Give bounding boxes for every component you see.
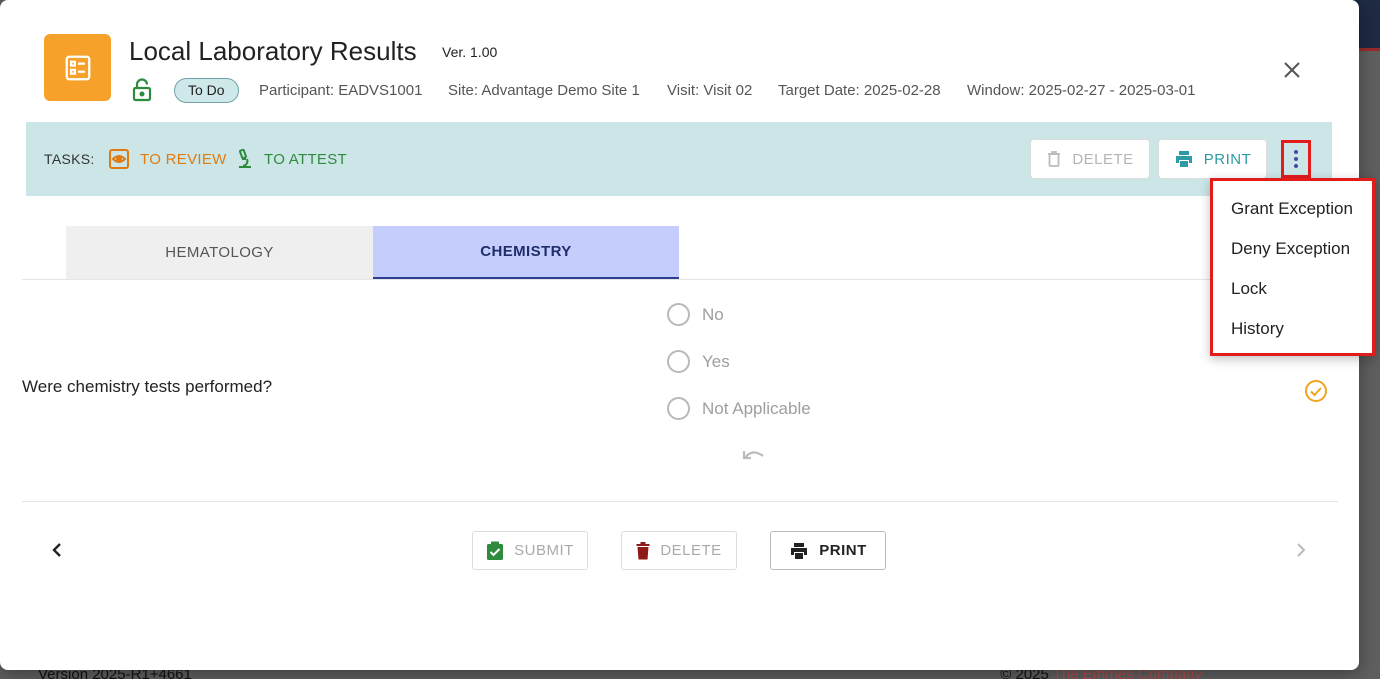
radio-option-yes[interactable]: Yes bbox=[667, 350, 730, 373]
chevron-left-icon bbox=[52, 543, 61, 557]
window-info: Window: 2025-02-27 - 2025-03-01 bbox=[967, 82, 1196, 99]
radio-label: Yes bbox=[702, 351, 730, 371]
print-label: PRINT bbox=[819, 542, 867, 559]
form-dialog: Local Laboratory Results Ver. 1.00 To Do… bbox=[0, 0, 1359, 670]
menu-item-grant-exception[interactable]: Grant Exception bbox=[1213, 189, 1372, 229]
form-title: Local Laboratory Results bbox=[129, 36, 417, 66]
task-to-review[interactable]: TO REVIEW bbox=[108, 148, 227, 170]
section-divider bbox=[22, 501, 1338, 502]
header-delete-label: DELETE bbox=[1072, 150, 1134, 168]
unlock-icon bbox=[131, 78, 153, 107]
menu-item-lock[interactable]: Lock bbox=[1213, 269, 1372, 309]
radio-circle[interactable] bbox=[667, 303, 690, 326]
close-icon bbox=[1284, 62, 1300, 78]
undo-icon[interactable] bbox=[741, 446, 767, 467]
printer-icon bbox=[1175, 151, 1192, 167]
trash-icon bbox=[636, 541, 650, 559]
question-label: Were chemistry tests performed? bbox=[22, 377, 273, 396]
more-options-button[interactable] bbox=[1281, 140, 1311, 178]
close-button[interactable] bbox=[1278, 56, 1306, 84]
tasks-label: TASKS: bbox=[44, 151, 95, 167]
radio-option-not-applicable[interactable]: Not Applicable bbox=[667, 397, 811, 420]
tab-chemistry[interactable]: CHEMISTRY bbox=[373, 226, 679, 279]
print-button[interactable]: PRINT bbox=[770, 531, 886, 570]
eye-icon bbox=[109, 149, 129, 169]
header-delete-button[interactable]: DELETE bbox=[1030, 139, 1150, 179]
radio-circle[interactable] bbox=[667, 397, 690, 420]
check-circle-icon bbox=[1304, 379, 1328, 408]
task-to-attest[interactable]: TO ATTEST bbox=[234, 148, 347, 170]
task-to-attest-label: TO ATTEST bbox=[264, 150, 347, 168]
chevron-right-icon bbox=[1297, 543, 1306, 557]
radio-label: Not Applicable bbox=[702, 398, 811, 418]
form-list-icon bbox=[44, 34, 111, 101]
more-options-menu: Grant Exception Deny Exception Lock Hist… bbox=[1210, 178, 1375, 356]
visit-info: Visit: Visit 02 bbox=[667, 82, 753, 99]
delete-label: DELETE bbox=[660, 542, 722, 559]
task-bar: TASKS: TO REVIEW TO ATTEST DELETE PRINT bbox=[26, 122, 1332, 196]
trash-icon bbox=[1048, 151, 1061, 167]
target-date-info: Target Date: 2025-02-28 bbox=[778, 82, 941, 99]
site-info: Site: Advantage Demo Site 1 bbox=[448, 82, 640, 99]
tab-hematology[interactable]: HEMATOLOGY bbox=[66, 226, 373, 279]
radio-label: No bbox=[702, 304, 724, 324]
task-to-review-label: TO REVIEW bbox=[140, 150, 227, 168]
more-vert-icon bbox=[1294, 150, 1298, 154]
radio-circle[interactable] bbox=[667, 350, 690, 373]
menu-item-history[interactable]: History bbox=[1213, 309, 1372, 349]
next-button[interactable] bbox=[1289, 538, 1313, 562]
printer-icon bbox=[791, 542, 808, 559]
clipboard-check-icon bbox=[487, 541, 504, 560]
microscope-icon bbox=[239, 148, 251, 168]
submit-button[interactable]: SUBMIT bbox=[472, 531, 588, 570]
menu-item-deny-exception[interactable]: Deny Exception bbox=[1213, 229, 1372, 269]
status-badge: To Do bbox=[174, 78, 239, 103]
form-version: Ver. 1.00 bbox=[442, 44, 498, 60]
header-print-label: PRINT bbox=[1203, 150, 1252, 168]
participant-info: Participant: EADVS1001 bbox=[259, 82, 423, 99]
delete-button[interactable]: DELETE bbox=[621, 531, 737, 570]
tabs-divider bbox=[22, 279, 1338, 280]
radio-option-no[interactable]: No bbox=[667, 303, 724, 326]
header-print-button[interactable]: PRINT bbox=[1158, 139, 1267, 179]
submit-label: SUBMIT bbox=[514, 542, 574, 559]
previous-button[interactable] bbox=[45, 538, 69, 562]
